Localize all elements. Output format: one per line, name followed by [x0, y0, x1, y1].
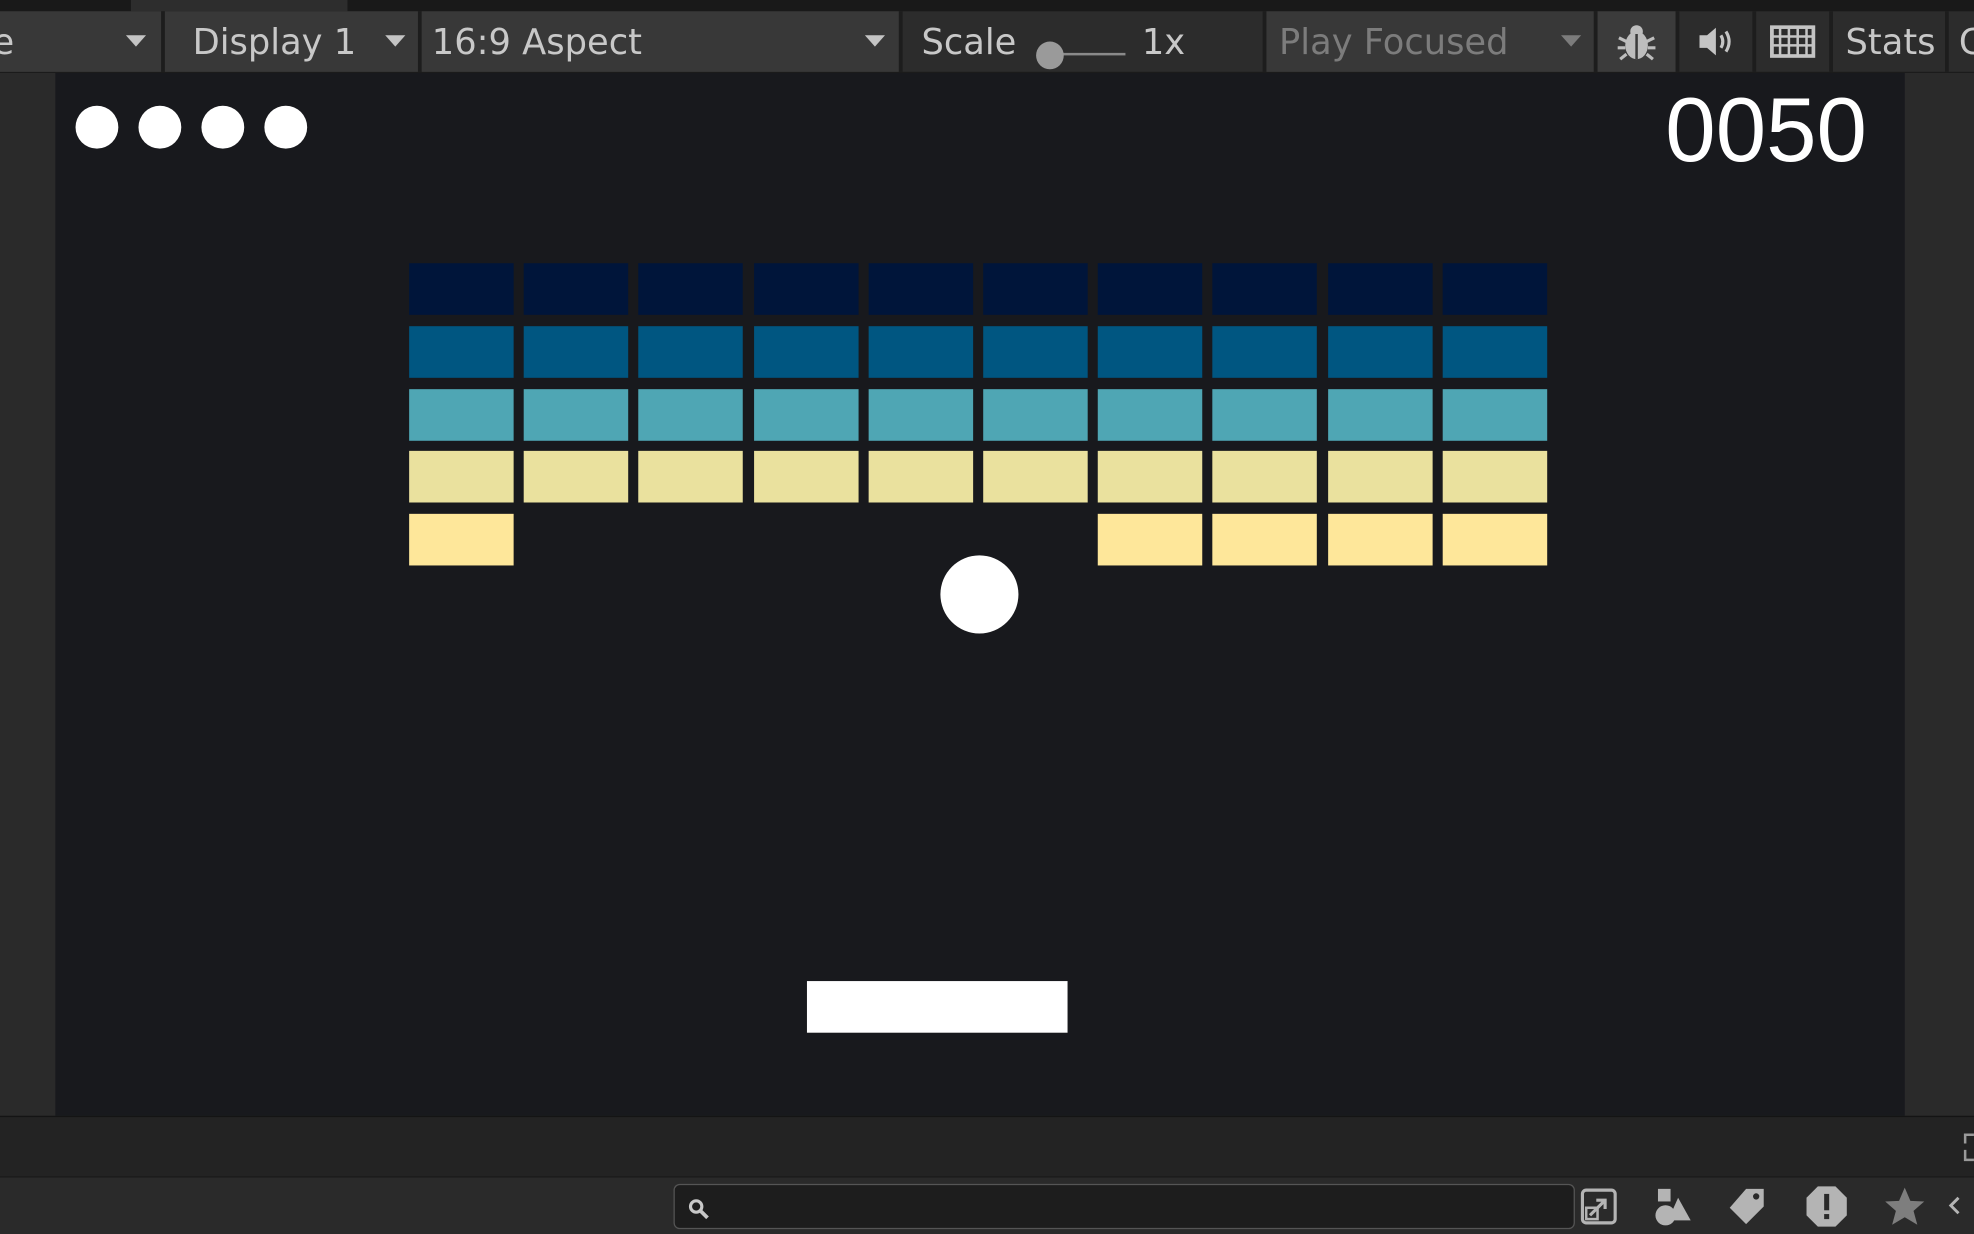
aspect-label: 16:9 Aspect [431, 20, 642, 63]
maximize-button[interactable] [1567, 1179, 1630, 1233]
brick [1212, 388, 1318, 441]
brick [868, 388, 973, 441]
brick [1097, 388, 1203, 441]
audio-icon [1699, 27, 1731, 56]
brick [1212, 514, 1318, 566]
brick [638, 263, 744, 315]
search-icon [688, 1199, 709, 1220]
tab-game[interactable] [130, 0, 348, 12]
brick [983, 451, 1088, 503]
brick [1212, 325, 1318, 378]
brick [868, 263, 973, 315]
brick [1097, 263, 1203, 315]
life-ball-icon [75, 105, 119, 149]
tab-strip [0, 0, 1974, 12]
life-ball-icon [201, 105, 245, 149]
brick [523, 263, 629, 315]
chevron-down-icon [1561, 35, 1582, 47]
brick [1327, 325, 1433, 378]
link-icon [1948, 1196, 1960, 1214]
left-panel [0, 73, 56, 1116]
tag-icon [1729, 1188, 1764, 1224]
keyboard-icon [1770, 25, 1816, 58]
chevron-down-icon [864, 35, 886, 47]
game-view-dropdown-text: e [0, 11, 14, 71]
favorites-button[interactable] [1872, 1179, 1937, 1233]
aspect-dropdown[interactable]: 16:9 Aspect [421, 11, 899, 72]
brick [1097, 514, 1203, 566]
brick [1327, 514, 1433, 566]
paddle [806, 981, 1068, 1033]
brick [1097, 325, 1203, 378]
right-panel [1904, 73, 1974, 1116]
play-mode-dropdown[interactable]: Play Focused [1266, 11, 1594, 72]
ball [940, 555, 1019, 634]
filter-by-type-button[interactable] [1639, 1179, 1704, 1233]
brick [1212, 263, 1318, 315]
maximize-icon [1580, 1187, 1617, 1224]
star-icon [1885, 1186, 1925, 1225]
mute-audio-button[interactable] [1679, 11, 1752, 71]
display-label: Display 1 [192, 20, 357, 63]
brick [523, 388, 629, 441]
display-dropdown[interactable]: Display 1 [164, 11, 418, 72]
game-toolbar: e Display 1 16:9 Aspect Scale 1x Play Fo… [0, 11, 1974, 74]
brick [1097, 451, 1203, 503]
brick [1442, 263, 1547, 315]
brick [523, 451, 629, 503]
brick [1442, 451, 1547, 503]
brick [638, 388, 744, 441]
brick [409, 263, 514, 315]
brick [523, 325, 629, 378]
scale-slider-thumb[interactable] [1036, 41, 1064, 70]
brick [983, 263, 1088, 315]
debug-toggle-button[interactable] [1597, 11, 1676, 72]
brick [1327, 263, 1433, 315]
play-mode-label: Play Focused [1279, 20, 1509, 63]
brick [868, 325, 973, 378]
console-errors-button[interactable] [1794, 1179, 1859, 1233]
bug-icon [1617, 25, 1656, 61]
warning-icon [1806, 1185, 1847, 1227]
brick [1442, 388, 1547, 441]
shapes-icon [1655, 1188, 1691, 1225]
brick [753, 263, 859, 315]
brick [753, 388, 859, 441]
brick [1442, 325, 1547, 378]
lock-button[interactable] [1945, 1179, 1974, 1233]
brick [638, 325, 744, 378]
gizmos-button[interactable]: G [1959, 11, 1974, 71]
chevron-down-icon [385, 35, 406, 47]
brick [1212, 451, 1318, 503]
shortcuts-button[interactable] [1756, 11, 1829, 71]
brick [409, 388, 514, 441]
unity-game-view: e Display 1 16:9 Aspect Scale 1x Play Fo… [0, 0, 1974, 1234]
score-display: 0050 [1665, 80, 1867, 182]
brick [409, 451, 514, 503]
brick [1442, 514, 1547, 566]
brick [753, 451, 859, 503]
brick [638, 451, 744, 503]
brick [753, 325, 859, 378]
brick [1327, 451, 1433, 503]
life-ball-icon [264, 105, 308, 149]
brick [868, 451, 973, 503]
filter-by-label-button[interactable] [1715, 1179, 1780, 1233]
search-input[interactable] [725, 1190, 1562, 1226]
chevron-down-icon [125, 35, 147, 47]
search-bar[interactable] [673, 1183, 1575, 1230]
game-view-dropdown[interactable]: e [0, 11, 162, 72]
brick [983, 388, 1088, 441]
panel-resize-icon[interactable] [1961, 1132, 1974, 1162]
life-ball-icon [138, 105, 182, 149]
brick [983, 325, 1088, 378]
brick [409, 325, 514, 378]
brick [409, 514, 514, 566]
stats-button[interactable]: Stats [1846, 11, 1936, 71]
scale-label: Scale [921, 20, 1017, 63]
scale-value: 1x [1141, 20, 1186, 63]
status-bar [0, 1115, 1974, 1178]
brick [1327, 388, 1433, 441]
